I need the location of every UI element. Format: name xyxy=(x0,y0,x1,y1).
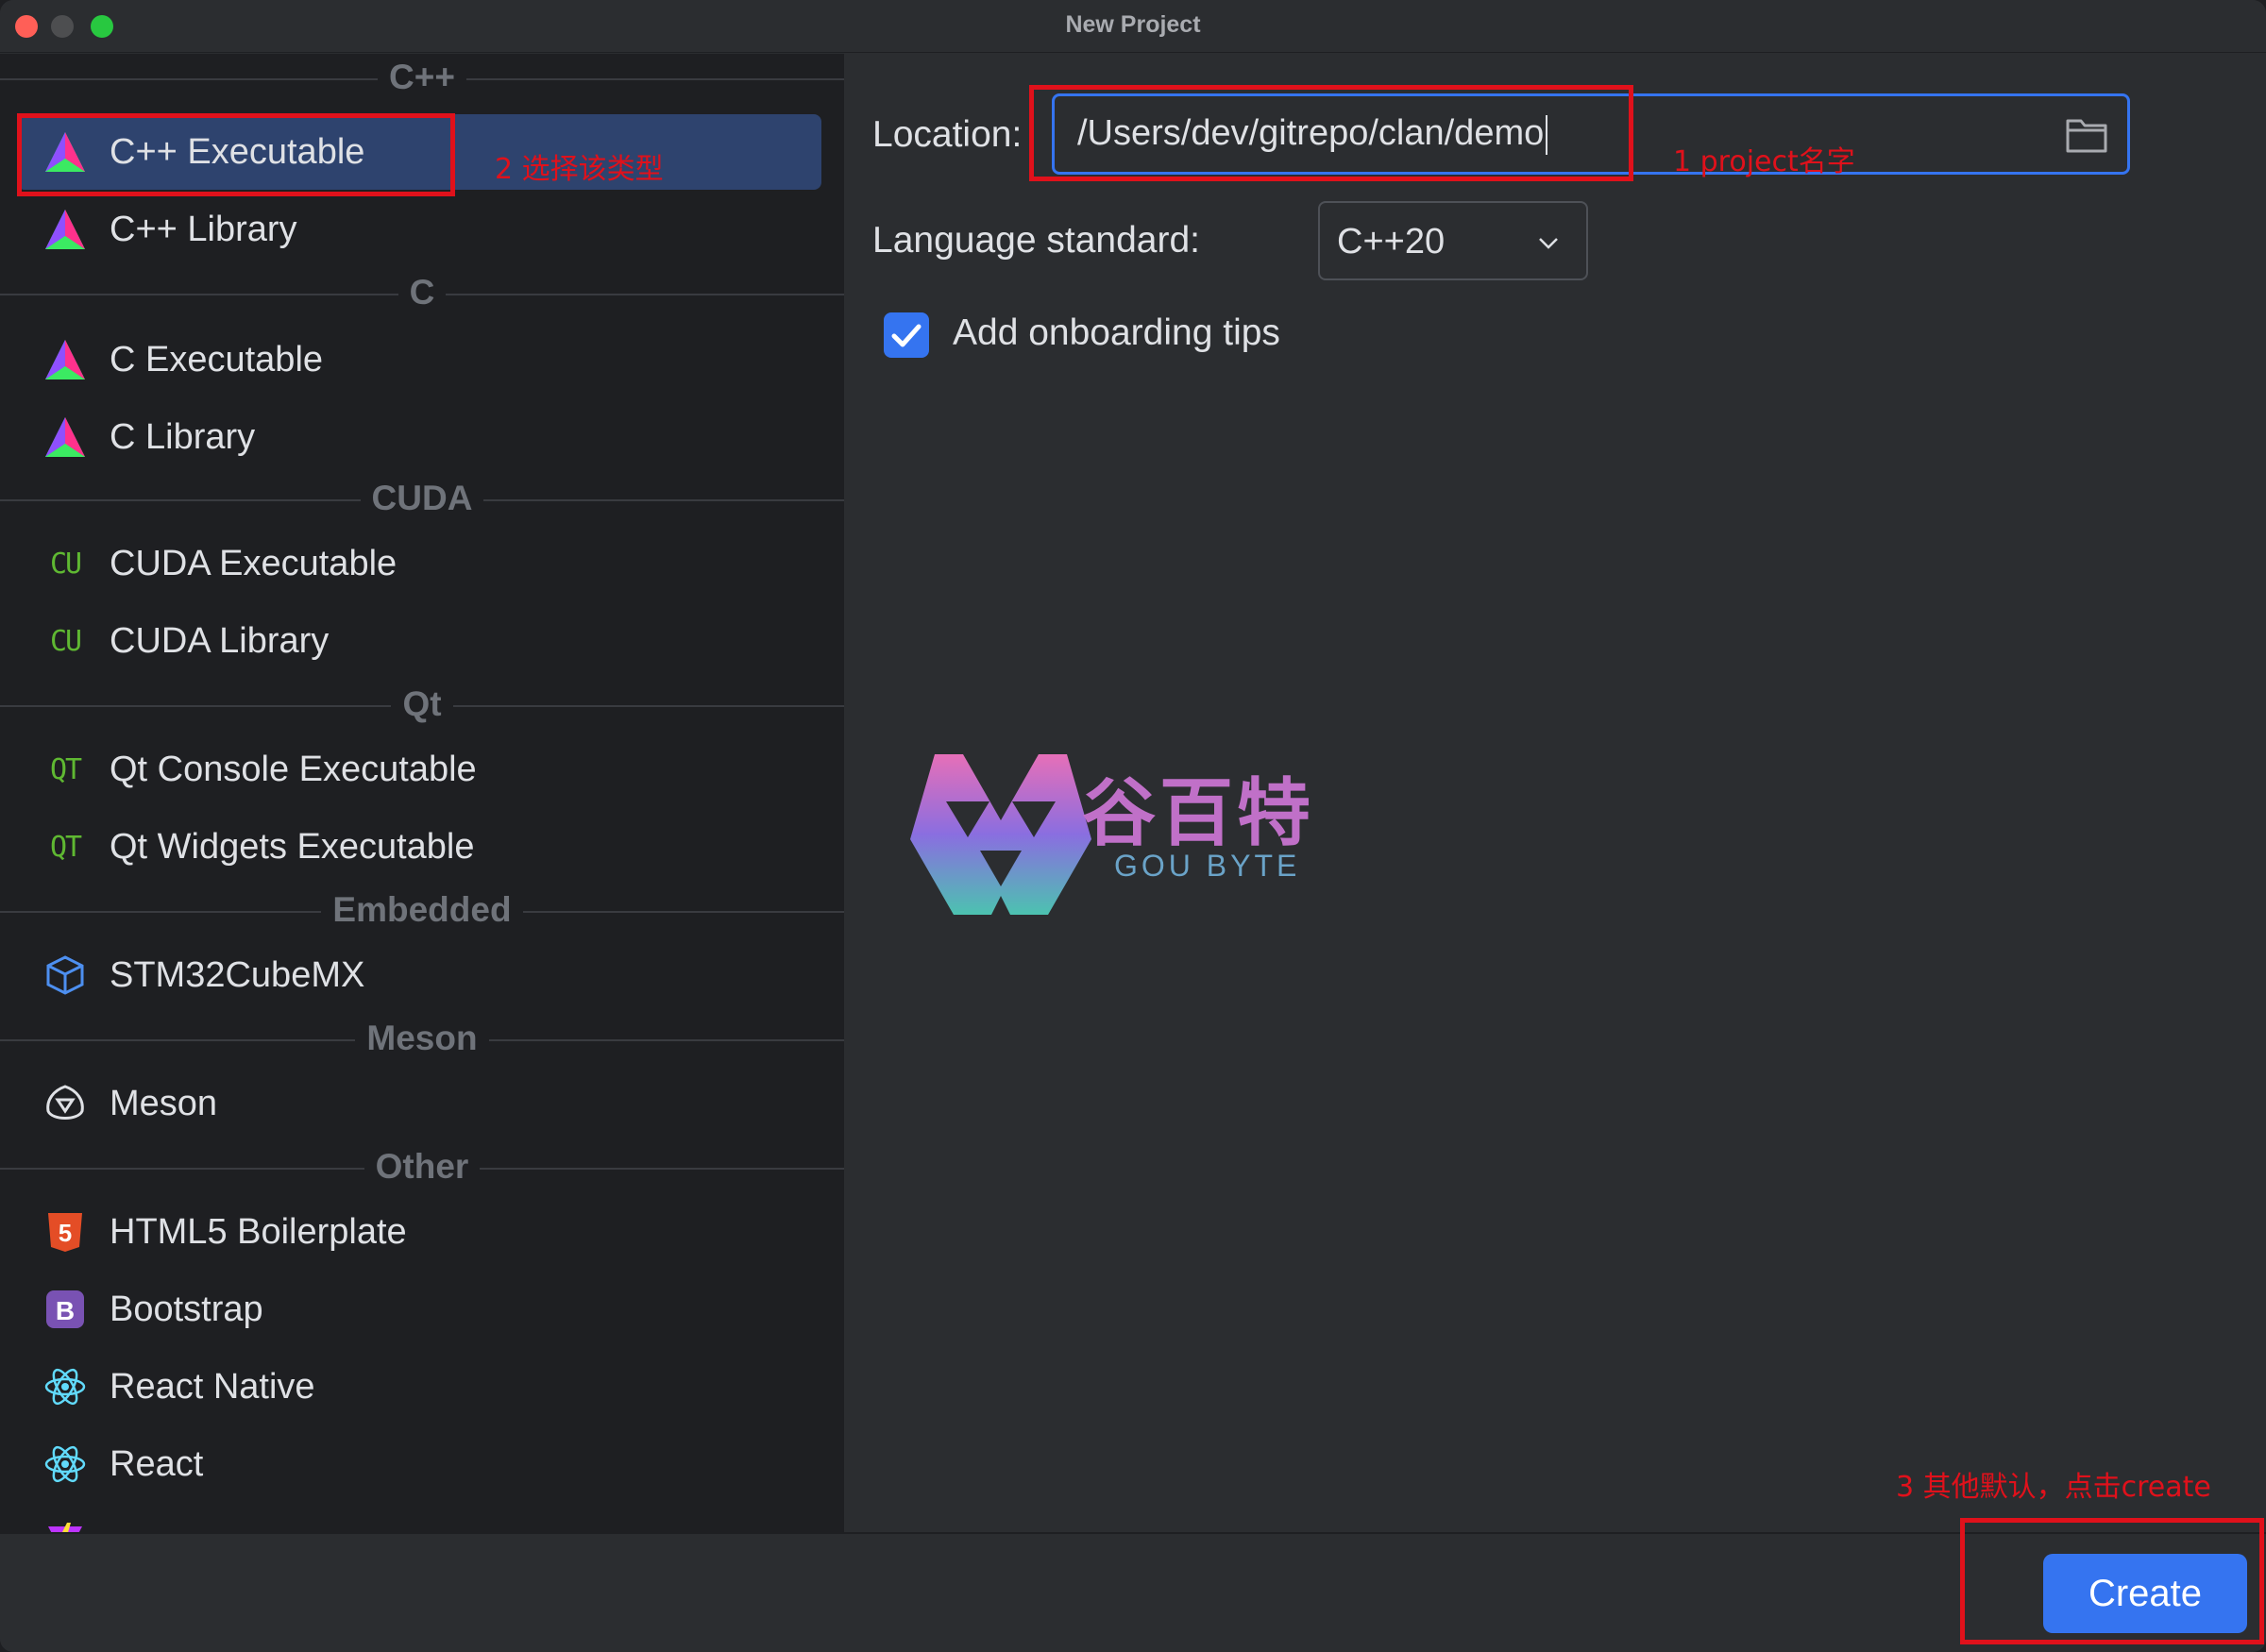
sidebar-item-label: C Executable xyxy=(110,339,324,379)
react-icon xyxy=(42,1441,89,1488)
sidebar-item-label: Meson xyxy=(110,1083,218,1123)
sidebar-item-cpp-library[interactable]: C++ Library xyxy=(17,192,821,267)
sidebar-item-label: C++ Library xyxy=(110,209,297,249)
sidebar-item-label: CUDA Executable xyxy=(110,543,397,583)
sidebar-item-stm32cubemx[interactable]: STM32CubeMX xyxy=(17,937,821,1013)
group-title: CUDA xyxy=(360,479,484,517)
sidebar-item-label: React xyxy=(110,1443,204,1484)
group-title: C++ xyxy=(378,58,466,96)
sidebar-item-label: React Native xyxy=(110,1366,315,1407)
annotation-step3: 3 其他默认，点击create xyxy=(1896,1471,2211,1504)
clion-triangle-icon xyxy=(42,413,89,461)
title-bar: New Project xyxy=(0,0,2266,53)
sidebar-item-c-library[interactable]: C Library xyxy=(17,399,821,475)
dialog-footer xyxy=(0,1532,2266,1652)
group-title: C xyxy=(397,273,447,312)
annotation-step1: 1 project名字 xyxy=(1673,145,1855,178)
annotation-box-create xyxy=(1960,1518,2264,1644)
sidebar-item-label: C Library xyxy=(110,416,256,457)
onboarding-tips-label: Add onboarding tips xyxy=(953,312,1280,353)
checkmark-icon xyxy=(891,324,922,347)
group-title: Qt xyxy=(391,684,453,723)
sidebar-item-label: Qt Console Executable xyxy=(110,749,477,789)
chevron-down-icon xyxy=(1539,238,1558,249)
group-header-c: C xyxy=(0,273,844,314)
svg-text:5: 5 xyxy=(59,1219,72,1247)
sidebar-item-qt-console-executable[interactable]: QT Qt Console Executable xyxy=(17,732,821,807)
sidebar-item-react-native[interactable]: React Native xyxy=(17,1349,821,1424)
cuda-icon: CU xyxy=(49,624,82,658)
sidebar-item-react[interactable]: React xyxy=(17,1426,821,1502)
group-header-meson: Meson xyxy=(0,1019,844,1060)
watermark-cn-text: 谷百特 xyxy=(1082,771,1315,856)
clion-triangle-icon xyxy=(42,336,89,383)
cuda-icon: CU xyxy=(49,547,82,581)
new-project-window: New Project C++ C++ Executable C++ Libra… xyxy=(0,0,2266,1652)
location-label: Location: xyxy=(872,114,1023,155)
sidebar-item-label: Qt Widgets Executable xyxy=(110,826,475,867)
sidebar-item-meson[interactable]: Meson xyxy=(17,1066,821,1141)
sidebar-item-label: STM32CubeMX xyxy=(110,954,365,995)
project-type-sidebar: C++ C++ Executable C++ Library C C Execu… xyxy=(0,54,844,1532)
sidebar-item-bootstrap[interactable]: B Bootstrap xyxy=(17,1272,821,1347)
sidebar-item-label: Bootstrap xyxy=(110,1289,263,1329)
group-header-cpp: C++ xyxy=(0,58,844,99)
cube-icon xyxy=(42,952,89,999)
window-title: New Project xyxy=(1065,11,1201,38)
sidebar-item-qt-widgets-executable[interactable]: QT Qt Widgets Executable xyxy=(17,809,821,885)
onboarding-tips-checkbox[interactable] xyxy=(884,312,929,358)
gou-byte-logo-icon xyxy=(910,754,1091,915)
gou-byte-watermark: 谷百特 GOU BYTE xyxy=(906,735,1360,934)
group-title: Meson xyxy=(355,1019,489,1057)
language-standard-label: Language standard: xyxy=(872,220,1200,261)
sidebar-item-html5-boilerplate[interactable]: 5 HTML5 Boilerplate xyxy=(17,1194,821,1270)
group-header-embedded: Embedded xyxy=(0,890,844,932)
sidebar-item-cuda-executable[interactable]: CU CUDA Executable xyxy=(17,526,821,601)
qt-icon: QT xyxy=(49,752,82,786)
annotation-box-location xyxy=(1029,85,1633,181)
sidebar-item-cuda-library[interactable]: CU CUDA Library xyxy=(17,603,821,679)
html5-icon: 5 xyxy=(42,1208,89,1256)
group-header-cuda: CUDA xyxy=(0,479,844,520)
bootstrap-icon: B xyxy=(42,1286,89,1333)
annotation-step2: 2 选择该类型 xyxy=(495,153,664,186)
watermark-en-text: GOU BYTE xyxy=(1114,849,1301,883)
sidebar-item-c-executable[interactable]: C Executable xyxy=(17,322,821,397)
qt-icon: QT xyxy=(49,830,82,864)
react-icon xyxy=(42,1363,89,1410)
sidebar-item-label: HTML5 Boilerplate xyxy=(110,1211,407,1252)
group-header-qt: Qt xyxy=(0,684,844,726)
group-title: Other xyxy=(364,1147,481,1186)
sidebar-item-partial[interactable] xyxy=(17,1504,821,1532)
folder-icon[interactable] xyxy=(2065,115,2108,155)
project-settings-panel: Location: /Users/dev/gitrepo/clan/demo L… xyxy=(844,54,2266,1532)
language-standard-select[interactable]: C++20 xyxy=(1318,201,1588,280)
group-title: Embedded xyxy=(321,890,523,929)
language-standard-value: C++20 xyxy=(1337,222,1446,261)
vite-icon xyxy=(42,1518,89,1532)
annotation-box-project-type xyxy=(17,113,455,196)
sidebar-item-label: CUDA Library xyxy=(110,620,330,661)
clion-triangle-icon xyxy=(42,206,89,253)
svg-text:B: B xyxy=(56,1296,75,1325)
meson-icon xyxy=(42,1080,89,1127)
group-header-other: Other xyxy=(0,1147,844,1188)
